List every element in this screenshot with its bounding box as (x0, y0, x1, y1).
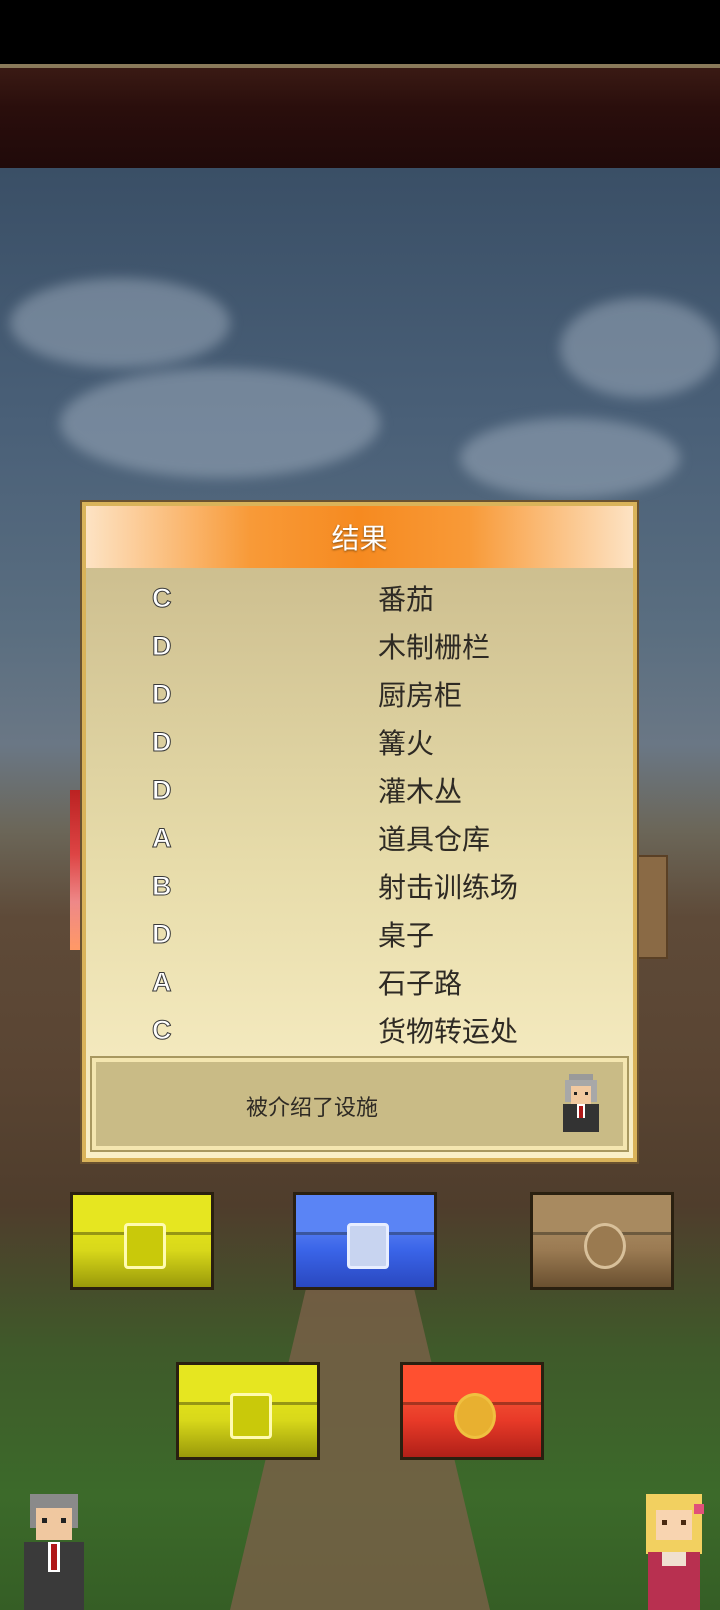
wooden-chest-icon[interactable] (530, 1192, 674, 1290)
result-list: C 番茄 D 木制栅栏 D 厨房柜 D 篝火 D 灌木丛 A 道具仓库 B 射击… (86, 568, 633, 1054)
chest-lock (454, 1392, 496, 1439)
wooden-crate-prop (634, 855, 668, 959)
result-grade: A (152, 822, 173, 853)
result-facility: 木制栅栏 (378, 631, 491, 664)
result-row: B 射击训练场 (86, 862, 633, 910)
chest-lock (124, 1222, 166, 1269)
gold-chest-icon[interactable] (176, 1362, 320, 1460)
result-facility: 射击训练场 (378, 871, 519, 904)
result-row: A 石子路 (86, 958, 633, 1006)
result-row: C 货物转运处 (86, 1006, 633, 1054)
result-facility: 石子路 (378, 967, 463, 1000)
game-screen: 结果 C 番茄 D 木制栅栏 D 厨房柜 D 篝火 D 灌木丛 A 道具仓库 B… (0, 0, 720, 1610)
result-facility: 道具仓库 (378, 823, 491, 856)
result-grade: D (152, 630, 173, 661)
result-facility: 桌子 (378, 919, 435, 952)
gray-haired-advisor-icon (563, 1074, 599, 1132)
old-man-character-icon (24, 1494, 84, 1610)
chest-lock (584, 1222, 626, 1269)
result-facility: 厨房柜 (378, 679, 463, 712)
result-facility: 灌木丛 (378, 775, 463, 808)
result-grade: D (152, 678, 173, 709)
result-row: D 木制栅栏 (86, 622, 633, 670)
result-row: A 道具仓库 (86, 814, 633, 862)
blue-chest-icon[interactable] (293, 1192, 437, 1290)
gold-chest-icon[interactable] (70, 1192, 214, 1290)
result-grade: D (152, 726, 173, 757)
dialog-header: 结果 (86, 506, 633, 568)
top-banner (0, 64, 720, 168)
red-chest-icon[interactable] (400, 1362, 544, 1460)
result-grade: C (152, 582, 173, 613)
result-row: D 厨房柜 (86, 670, 633, 718)
result-row: C 番茄 (86, 574, 633, 622)
result-grade: A (152, 966, 173, 997)
result-row: D 桌子 (86, 910, 633, 958)
cloud (460, 418, 680, 498)
chest-lock (347, 1222, 389, 1269)
result-row: D 灌木丛 (86, 766, 633, 814)
dialog-title: 结果 (331, 522, 388, 555)
message-text: 被介绍了设施 (246, 1096, 379, 1121)
cloud (560, 298, 720, 398)
result-dialog[interactable]: 结果 C 番茄 D 木制栅栏 D 厨房柜 D 篝火 D 灌木丛 A 道具仓库 B… (82, 502, 637, 1162)
result-grade: B (152, 870, 173, 901)
status-bar (0, 0, 720, 64)
result-grade: D (152, 774, 173, 805)
message-box[interactable]: 被介绍了设施 (90, 1056, 629, 1152)
result-row: D 篝火 (86, 718, 633, 766)
result-grade: C (152, 1014, 173, 1045)
chest-lock (230, 1392, 272, 1439)
result-facility: 货物转运处 (378, 1015, 519, 1048)
result-grade: D (152, 918, 173, 949)
blonde-girl-character-icon (646, 1494, 704, 1610)
cloud (60, 368, 380, 478)
result-facility: 篝火 (378, 727, 435, 760)
result-facility: 番茄 (378, 583, 435, 616)
cloud (10, 278, 230, 368)
